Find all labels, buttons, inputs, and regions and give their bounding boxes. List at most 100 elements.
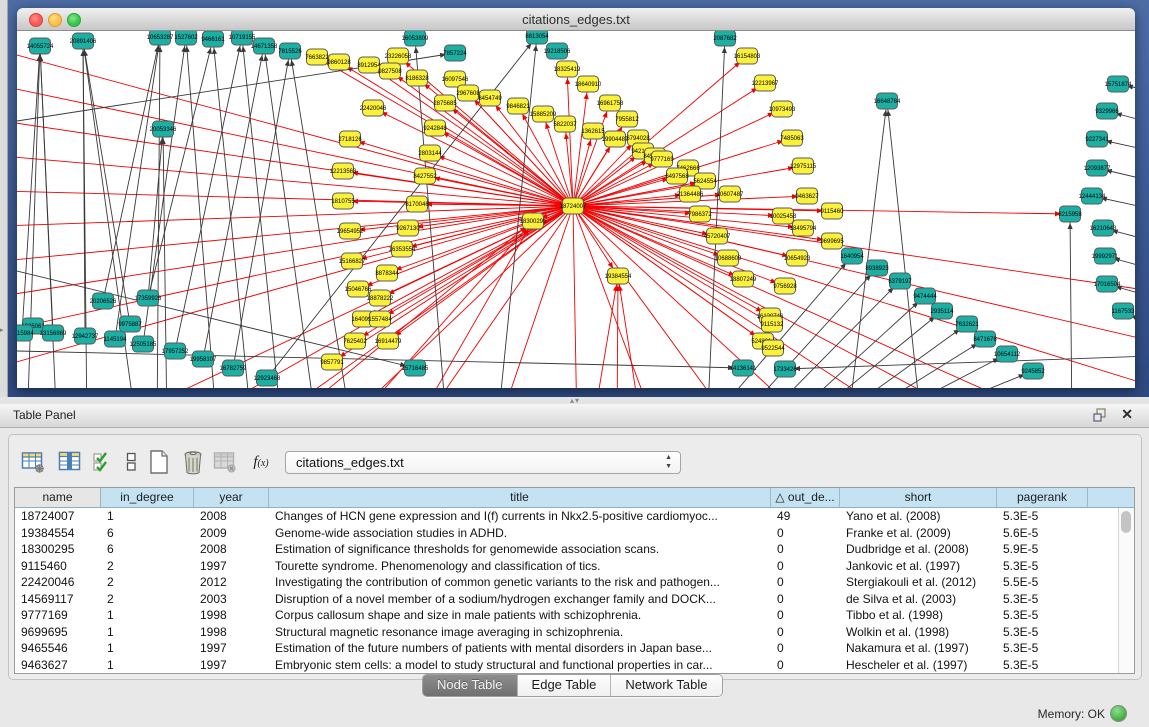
graph-edge[interactable]: [573, 206, 1135, 341]
graph-edge[interactable]: [17, 206, 573, 226]
table-cell[interactable]: Estimation of significance thresholds fo…: [269, 541, 771, 558]
table-cell[interactable]: 0: [771, 541, 840, 558]
select-columns-button[interactable]: [90, 449, 116, 475]
table-cell[interactable]: Wolkin et al. (1998): [840, 624, 997, 641]
table-cell[interactable]: Jankovic et al. (1997): [840, 558, 997, 575]
table-cell[interactable]: 5.5E-5: [997, 574, 1088, 591]
table-cell[interactable]: 0: [771, 525, 840, 542]
graph-edge[interactable]: [203, 46, 264, 359]
graph-edge[interactable]: [777, 296, 925, 388]
graph-edge[interactable]: [573, 206, 577, 388]
citation-network-graph[interactable]: 1405572420891406106532871527602946616110…: [17, 31, 1135, 388]
row-height-button[interactable]: [118, 449, 144, 475]
table-cell[interactable]: Nakamura et al. (1997): [840, 640, 997, 657]
network-window-titlebar[interactable]: citations_edges.txt: [17, 8, 1135, 31]
graph-edge[interactable]: [242, 37, 282, 388]
column-header-out_de[interactable]: △ out_de...: [771, 488, 840, 508]
table-cell[interactable]: 22420046: [15, 574, 101, 591]
table-settings-button[interactable]: [20, 449, 46, 475]
scrollbar-thumb[interactable]: [1121, 511, 1131, 533]
table-cell[interactable]: 1: [101, 640, 194, 657]
graph-edge[interactable]: [264, 46, 317, 388]
graph-edge[interactable]: [17, 51, 573, 206]
graph-edge[interactable]: [819, 324, 967, 388]
table-row[interactable]: 1456911722003Disruption of a novel membe…: [15, 591, 1134, 608]
table-cell[interactable]: Embryonic stem cells: a model to study s…: [269, 657, 771, 674]
table-cell[interactable]: 1: [101, 607, 194, 624]
table-cell[interactable]: Structural magnetic resonance image aver…: [269, 624, 771, 641]
table-cell[interactable]: Changes of HCN gene expression and I(f) …: [269, 508, 771, 525]
column-header-in_degree[interactable]: in_degree: [101, 488, 194, 508]
table-cell[interactable]: 5.3E-5: [997, 508, 1088, 525]
table-cell[interactable]: 5.3E-5: [997, 657, 1088, 674]
graph-edge[interactable]: [343, 201, 573, 206]
network-canvas[interactable]: 1405572420891406106532871527602946616110…: [17, 31, 1135, 388]
tab-edge-table[interactable]: Edge Table: [518, 675, 612, 696]
table-selector-dropdown[interactable]: citations_edges.txt ▲▼: [285, 451, 681, 474]
close-panel-icon[interactable]: ✕: [1121, 406, 1133, 423]
table-cell[interactable]: 5.9E-5: [997, 541, 1088, 558]
column-header-pagerank[interactable]: pagerank: [997, 488, 1088, 508]
memory-status-indicator[interactable]: [1110, 705, 1127, 722]
table-cell[interactable]: Disruption of a novel member of a sodium…: [269, 591, 771, 608]
table-cell[interactable]: 0: [771, 574, 840, 591]
float-window-icon[interactable]: [1093, 408, 1107, 422]
table-cell[interactable]: 6: [101, 541, 194, 558]
vertical-scrollbar[interactable]: [1118, 508, 1134, 673]
graph-edge[interactable]: [17, 206, 573, 261]
column-header-short[interactable]: short: [840, 488, 997, 508]
table-row[interactable]: 911546021997Tourette syndrome. Phenomeno…: [15, 558, 1134, 575]
table-row[interactable]: 1830029562008Estimation of significance …: [15, 541, 1134, 558]
graph-edge[interactable]: [887, 101, 922, 388]
table-cell[interactable]: 2: [101, 558, 194, 575]
left-dock-strip[interactable]: ▸: [0, 0, 8, 397]
tab-network-table[interactable]: Network Table: [611, 675, 721, 696]
graph-edge[interactable]: [22, 46, 40, 333]
table-cell[interactable]: 0: [771, 591, 840, 608]
graph-edge[interactable]: [186, 37, 217, 388]
table-cell[interactable]: 6: [101, 525, 194, 542]
table-cell[interactable]: Genome-wide association studies in ADHD.: [269, 525, 771, 542]
table-cell[interactable]: Corpus callosum shape and size in male p…: [269, 607, 771, 624]
table-cell[interactable]: 9699695: [15, 624, 101, 641]
table-cell[interactable]: 1: [101, 624, 194, 641]
table-row[interactable]: 1938455462009Genome-wide association stu…: [15, 525, 1134, 542]
table-cell[interactable]: 1997: [194, 558, 269, 575]
table-cell[interactable]: 1: [101, 508, 194, 525]
table-row[interactable]: 946554611997Estimation of the future num…: [15, 640, 1134, 657]
table-cell[interactable]: 0: [771, 558, 840, 575]
table-cell[interactable]: 49: [771, 508, 840, 525]
table-cell[interactable]: 9115460: [15, 558, 101, 575]
function-builder-button[interactable]: f(x): [248, 449, 274, 475]
table-cell[interactable]: 18724007: [15, 508, 101, 525]
graph-edge[interactable]: [885, 371, 1033, 388]
table-cell[interactable]: Stergiakouli et al. (2012): [840, 574, 997, 591]
network-window[interactable]: citations_edges.txt 14055724208914061065…: [17, 8, 1135, 388]
table-cell[interactable]: 2003: [194, 591, 269, 608]
table-cell[interactable]: 5.3E-5: [997, 558, 1088, 575]
graph-edge[interactable]: [17, 351, 743, 368]
table-cell[interactable]: Franke et al. (2009): [840, 525, 997, 542]
table-cell[interactable]: Dudbridge et al. (2008): [840, 541, 997, 558]
table-cell[interactable]: 9465546: [15, 640, 101, 657]
graph-edge[interactable]: [837, 339, 985, 388]
table-cell[interactable]: 1998: [194, 607, 269, 624]
table-cell[interactable]: 5.3E-5: [997, 624, 1088, 641]
table-cell[interactable]: 5.3E-5: [997, 640, 1088, 657]
graph-edge[interactable]: [175, 37, 242, 351]
graph-edge[interactable]: [430, 153, 573, 206]
node-table[interactable]: namein_degreeyeartitle△ out_de...shortpa…: [14, 487, 1135, 674]
dock-handle-icon[interactable]: ▸: [0, 326, 4, 334]
table-cell[interactable]: Hescheler et al. (1997): [840, 657, 997, 674]
graph-edge[interactable]: [618, 276, 642, 388]
table-cell[interactable]: 9777169: [15, 607, 101, 624]
table-cell[interactable]: 2008: [194, 541, 269, 558]
graph-edge[interactable]: [573, 206, 1135, 386]
tab-node-table[interactable]: Node Table: [423, 675, 518, 696]
graph-edge[interactable]: [573, 84, 588, 206]
table-cell[interactable]: 1997: [194, 657, 269, 674]
graph-edge[interactable]: [785, 356, 1135, 369]
table-cell[interactable]: 1998: [194, 624, 269, 641]
column-header-title[interactable]: title: [269, 488, 771, 508]
table-cell[interactable]: 1997: [194, 640, 269, 657]
